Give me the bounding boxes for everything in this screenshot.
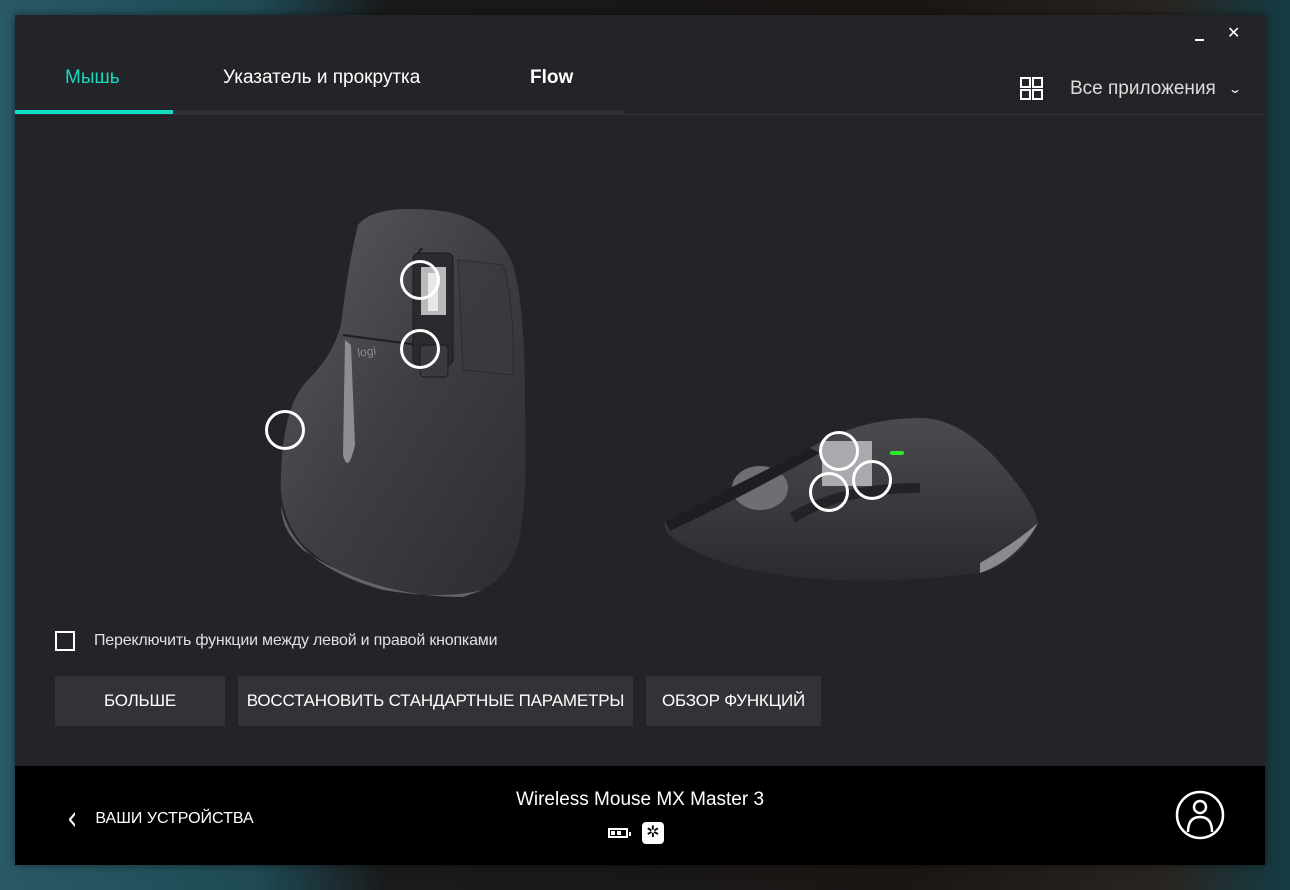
- chevron-down-icon: ⌄: [1227, 82, 1242, 96]
- minimize-icon: [1195, 39, 1204, 41]
- status-led: [890, 451, 904, 455]
- unifying-receiver-icon: ✲: [642, 822, 664, 844]
- grid-icon: [1020, 77, 1044, 101]
- app-selector-label: Все приложения: [1070, 78, 1216, 99]
- header-divider: [623, 114, 1265, 115]
- hotspot-thumb-wheel[interactable]: [819, 431, 859, 471]
- active-tab-indicator: [15, 110, 173, 114]
- hotspot-back-button[interactable]: [809, 472, 849, 512]
- device-status: ✲: [608, 822, 664, 844]
- hotspot-forward-button[interactable]: [852, 460, 892, 500]
- hotspot-gesture-button[interactable]: [265, 410, 305, 450]
- swap-buttons-option[interactable]: Переключить функции между левой и правой…: [55, 631, 498, 651]
- restore-defaults-button[interactable]: ВОССТАНОВИТЬ СТАНДАРТНЫЕ ПАРАМЕТРЫ: [238, 676, 633, 726]
- profile-button[interactable]: [1175, 790, 1225, 840]
- logi-logo: logi: [356, 344, 376, 360]
- more-button[interactable]: БОЛЬШЕ: [55, 676, 225, 726]
- hotspot-mode-shift-button[interactable]: [400, 329, 440, 369]
- profile-icon: [1175, 790, 1225, 840]
- close-button[interactable]: ✕: [1227, 23, 1240, 43]
- hotspot-scroll-wheel[interactable]: [400, 260, 440, 300]
- swap-buttons-label: Переключить функции между левой и правой…: [94, 632, 498, 649]
- mouse-top-view: logi: [280, 209, 526, 597]
- footer-bar: ‹ ВАШИ УСТРОЙСТВА Wireless Mouse MX Mast…: [15, 766, 1265, 865]
- features-tour-button[interactable]: ОБЗОР ФУНКЦИЙ: [646, 676, 821, 726]
- tab-bar: Мышь Указатель и прокрутка Flow: [15, 65, 623, 115]
- your-devices-label: ВАШИ УСТРОЙСТВА: [95, 810, 254, 827]
- logitech-options-window: ✕ Мышь Указатель и прокрутка Flow Все пр…: [15, 15, 1265, 865]
- battery-icon: [608, 828, 631, 838]
- swap-buttons-checkbox[interactable]: [55, 631, 75, 651]
- device-name: Wireless Mouse MX Master 3: [515, 789, 765, 810]
- app-selector-dropdown[interactable]: Все приложения ⌄: [1020, 75, 1242, 103]
- minimize-button[interactable]: [1195, 25, 1204, 41]
